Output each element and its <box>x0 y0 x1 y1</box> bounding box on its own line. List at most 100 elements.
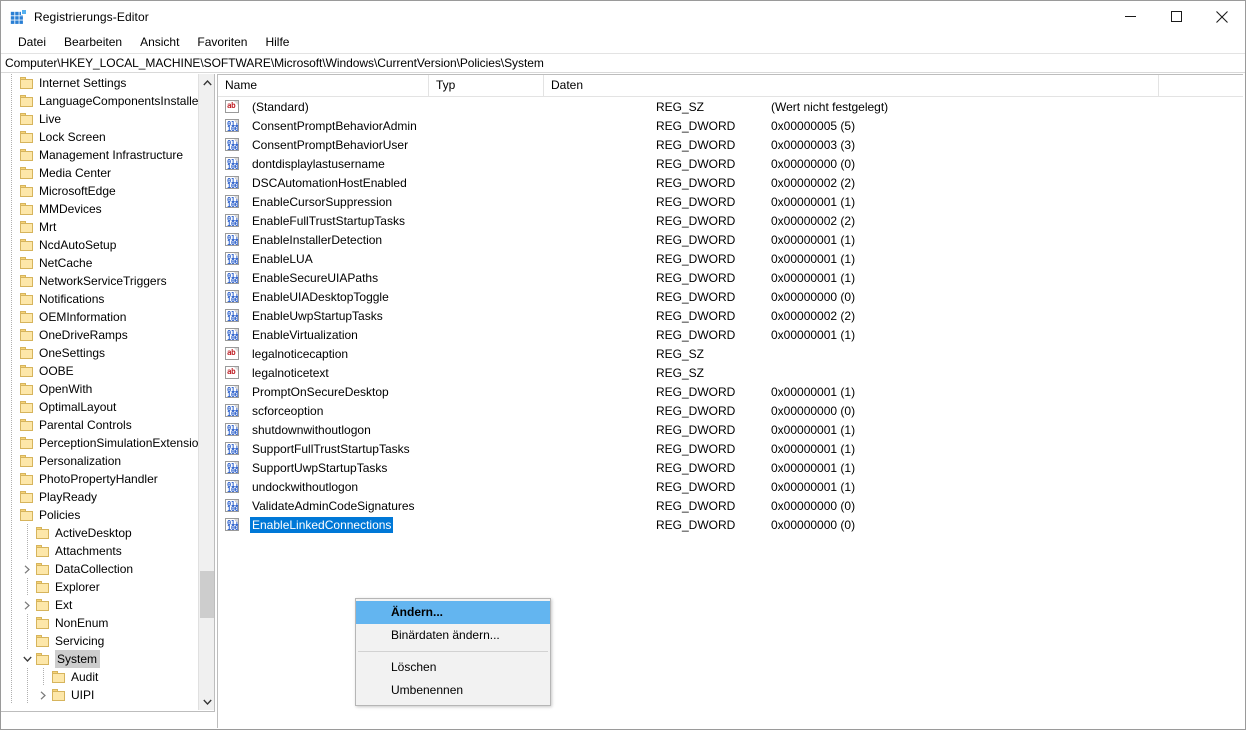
tree-item-onesettings[interactable]: OneSettings <box>1 344 198 362</box>
tree-item-networkservicetriggers[interactable]: NetworkServiceTriggers <box>1 272 198 290</box>
table-row[interactable]: 011 100 ValidateAdminCodeSignatures REG_DWO… <box>218 496 1243 515</box>
table-row[interactable]: 011 100 EnableLinkedConnections REG_DWORD 0x… <box>218 515 1243 534</box>
tree-item-mrt[interactable]: Mrt <box>1 218 198 236</box>
table-row[interactable]: 011 100 EnableUIADesktopToggle REG_DWORD 0x0… <box>218 287 1243 306</box>
context-menu-item-löschen[interactable]: Löschen <box>356 656 550 679</box>
tree-item-perceptionsimulationextensions[interactable]: PerceptionSimulationExtensions <box>1 434 198 452</box>
tree-item-label: Policies <box>39 508 81 522</box>
tree-indent-guide <box>3 128 19 146</box>
tree-item-photopropertyhandler[interactable]: PhotoPropertyHandler <box>1 470 198 488</box>
values-list: ab (Standard) REG_SZ (Wert nicht festgelegt… <box>218 97 1243 534</box>
tree-item-ncdautosetup[interactable]: NcdAutoSetup <box>1 236 198 254</box>
tree-item-system[interactable]: System <box>1 650 198 668</box>
menu-bearbeiten[interactable]: Bearbeiten <box>55 33 131 52</box>
tree-item-audit[interactable]: Audit <box>1 668 198 686</box>
tree-item-management-infrastructure[interactable]: Management Infrastructure <box>1 146 198 164</box>
table-row[interactable]: 011 100 EnableCursorSuppression REG_DWORD 0x… <box>218 192 1243 211</box>
tree-item-policies[interactable]: Policies <box>1 506 198 524</box>
table-row[interactable]: 011 100 EnableSecureUIAPaths REG_DWORD 0x000… <box>218 268 1243 287</box>
chevron-right-icon[interactable] <box>35 687 51 703</box>
menu-favoriten[interactable]: Favoriten <box>188 33 256 52</box>
table-row[interactable]: 011 100 EnableUwpStartupTasks REG_DWORD 0x00… <box>218 306 1243 325</box>
table-row[interactable]: 011 100 ConsentPromptBehaviorAdmin REG_DWOR… <box>218 116 1243 135</box>
table-row[interactable]: 011 100 EnableVirtualization REG_DWORD 0x000… <box>218 325 1243 344</box>
table-row[interactable]: ab legalnoticecaption REG_SZ <box>218 344 1243 363</box>
tree-item-playready[interactable]: PlayReady <box>1 488 198 506</box>
table-row[interactable]: 011 100 shutdownwithoutlogon REG_DWORD 0x000… <box>218 420 1243 439</box>
table-row[interactable]: 011 100 DSCAutomationHostEnabled REG_DWORD 0… <box>218 173 1243 192</box>
column-header-name[interactable]: Name <box>218 75 429 96</box>
tree-item-oeminformation[interactable]: OEMInformation <box>1 308 198 326</box>
tree-item-attachments[interactable]: Attachments <box>1 542 198 560</box>
tree-item-onedriveramps[interactable]: OneDriveRamps <box>1 326 198 344</box>
column-header-type[interactable]: Typ <box>429 75 544 96</box>
menu-ansicht[interactable]: Ansicht <box>131 33 188 52</box>
context-menu-item-ändern[interactable]: Ändern... <box>356 601 550 624</box>
table-row[interactable]: 011 100 scforceoption REG_DWORD 0x00000000 (… <box>218 401 1243 420</box>
scroll-up-icon[interactable] <box>199 74 214 91</box>
table-row[interactable]: ab legalnoticetext REG_SZ <box>218 363 1243 382</box>
tree-item-nonenum[interactable]: NonEnum <box>1 614 198 632</box>
tree-item-label: Servicing <box>55 634 105 648</box>
tree-item-label: NonEnum <box>55 616 109 630</box>
close-button[interactable] <box>1199 1 1245 32</box>
chevron-down-icon[interactable] <box>19 651 35 667</box>
tree-item-optimallayout[interactable]: OptimalLayout <box>1 398 198 416</box>
table-row[interactable]: 011 100 SupportFullTrustStartupTasks REG_DW… <box>218 439 1243 458</box>
maximize-button[interactable] <box>1153 1 1199 32</box>
context-menu-item-binärdaten-ändern[interactable]: Binärdaten ändern... <box>356 624 550 647</box>
address-bar[interactable]: Computer\HKEY_LOCAL_MACHINE\SOFTWARE\Mic… <box>1 53 1245 73</box>
tree-item-label: OpenWith <box>39 382 93 396</box>
column-header-data[interactable]: Daten <box>544 75 1159 96</box>
table-row[interactable]: 011 100 ConsentPromptBehaviorUser REG_DWORD… <box>218 135 1243 154</box>
dword-value-icon: 011 100 <box>225 195 239 208</box>
table-row[interactable]: ab (Standard) REG_SZ (Wert nicht festgelegt… <box>218 97 1243 116</box>
tree-item-media-center[interactable]: Media Center <box>1 164 198 182</box>
table-row[interactable]: 011 100 EnableFullTrustStartupTasks REG_DWO… <box>218 211 1243 230</box>
tree-item-explorer[interactable]: Explorer <box>1 578 198 596</box>
tree-item-lock-screen[interactable]: Lock Screen <box>1 128 198 146</box>
tree-item-servicing[interactable]: Servicing <box>1 632 198 650</box>
dword-value-icon: 011 100 <box>225 214 239 227</box>
tree-item-datacollection[interactable]: DataCollection <box>1 560 198 578</box>
menu-datei[interactable]: Datei <box>9 33 55 52</box>
tree-item-activedesktop[interactable]: ActiveDesktop <box>1 524 198 542</box>
value-type: REG_DWORD <box>656 175 736 190</box>
tree-indent-guide <box>3 686 19 704</box>
tree-item-languagecomponentsinstaller[interactable]: LanguageComponentsInstaller <box>1 92 198 110</box>
tree-item-oobe[interactable]: OOBE <box>1 362 198 380</box>
value-name: (Standard) <box>252 99 309 114</box>
tree-item-live[interactable]: Live <box>1 110 198 128</box>
tree-item-mmdevices[interactable]: MMDevices <box>1 200 198 218</box>
tree-item-label: PlayReady <box>39 490 98 504</box>
value-data: 0x00000001 (1) <box>771 327 856 342</box>
chevron-right-icon[interactable] <box>19 561 35 577</box>
table-row[interactable]: 011 100 undockwithoutlogon REG_DWORD 0x00000… <box>218 477 1243 496</box>
tree-scroll-thumb[interactable] <box>200 571 214 618</box>
tree-item-parental-controls[interactable]: Parental Controls <box>1 416 198 434</box>
value-name: EnableVirtualization <box>252 327 358 342</box>
scroll-down-icon[interactable] <box>199 693 214 710</box>
table-row[interactable]: 011 100 dontdisplaylastusername REG_DWORD 0x… <box>218 154 1243 173</box>
dword-value-icon: 011 100 <box>225 290 239 303</box>
chevron-right-icon[interactable] <box>19 597 35 613</box>
tree-item-personalization[interactable]: Personalization <box>1 452 198 470</box>
minimize-button[interactable] <box>1107 1 1153 32</box>
tree-item-notifications[interactable]: Notifications <box>1 290 198 308</box>
table-row[interactable]: 011 100 EnableLUA REG_DWORD 0x00000001 (1) <box>218 249 1243 268</box>
tree-item-netcache[interactable]: NetCache <box>1 254 198 272</box>
menu-hilfe[interactable]: Hilfe <box>256 33 298 52</box>
table-row[interactable]: 011 100 EnableInstallerDetection REG_DWORD 0… <box>218 230 1243 249</box>
tree-vertical-scrollbar[interactable] <box>198 74 214 710</box>
context-menu-item-umbenennen[interactable]: Umbenennen <box>356 679 550 702</box>
tree-item-microsoftedge[interactable]: MicrosoftEdge <box>1 182 198 200</box>
table-row[interactable]: 011 100 PromptOnSecureDesktop REG_DWORD 0x00… <box>218 382 1243 401</box>
dword-value-icon: 011 100 <box>225 119 239 132</box>
value-type: REG_DWORD <box>656 422 736 437</box>
table-row[interactable]: 011 100 SupportUwpStartupTasks REG_DWORD 0x0… <box>218 458 1243 477</box>
tree-item-openwith[interactable]: OpenWith <box>1 380 198 398</box>
tree-item-internet-settings[interactable]: Internet Settings <box>1 74 198 92</box>
tree-item-label: Management Infrastructure <box>39 148 184 162</box>
tree-item-uipi[interactable]: UIPI <box>1 686 198 704</box>
tree-item-ext[interactable]: Ext <box>1 596 198 614</box>
